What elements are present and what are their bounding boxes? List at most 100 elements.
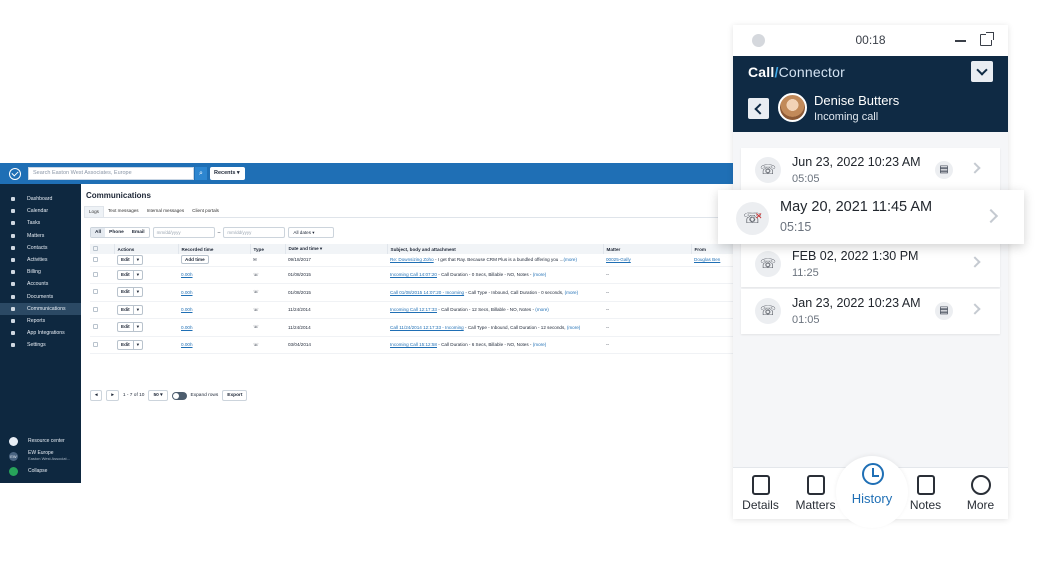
table-row[interactable]: Edit ▾ 0.00h ☏ 01/08/2015 Call 01/08/2015…: [90, 283, 810, 302]
history-entry[interactable]: ☏ Jun 23, 2022 10:23 AM 05:05 ▤: [741, 148, 1000, 193]
phone-icon: ☏: [250, 283, 285, 302]
sidebar-item-calendar[interactable]: Calendar: [0, 205, 81, 217]
tab-internal-messages[interactable]: Internal messages: [143, 206, 189, 217]
col-type[interactable]: Type: [250, 244, 286, 254]
row-checkbox[interactable]: [93, 289, 98, 295]
table-row[interactable]: Edit ▾ 0.00h ☏ 01/08/2015 Incoming Call 1…: [90, 266, 810, 284]
nav-more[interactable]: More: [953, 468, 1008, 519]
edit-button[interactable]: Edit ▾: [117, 269, 143, 280]
export-button[interactable]: Export: [222, 390, 248, 401]
next-page-button[interactable]: ▸: [106, 390, 119, 401]
end-date-field[interactable]: mm/dd/yyyy: [223, 227, 286, 238]
chevron-right-icon: [969, 162, 981, 174]
edit-button[interactable]: Edit ▾: [117, 322, 143, 333]
collapse-button[interactable]: Collapse: [0, 464, 81, 478]
col-recorded-time[interactable]: Recorded time: [178, 244, 251, 254]
nav-matters[interactable]: Matters: [788, 468, 843, 519]
history-entry[interactable]: ☏ Jan 23, 2022 10:23 AM 01:05 ▤: [741, 289, 1000, 334]
col-date-time[interactable]: Date and time ▾: [285, 244, 388, 254]
row-checkbox[interactable]: [93, 341, 98, 347]
sidebar-item-reports[interactable]: Reports: [0, 315, 81, 327]
sidebar-item-accounts[interactable]: Accounts: [0, 278, 81, 290]
subject-link[interactable]: Re: Downsizing Zoho: [390, 257, 434, 262]
more-link[interactable]: (more): [533, 342, 547, 347]
add-time-button[interactable]: Add time: [181, 255, 209, 265]
from-link[interactable]: Douglas Ben: [694, 257, 720, 262]
col-actions[interactable]: Actions: [114, 244, 179, 254]
history-entry[interactable]: ☏ FEB 02, 2022 1:30 PM 11:25: [741, 242, 1000, 287]
history-entry-highlighted[interactable]: ☏ ✕ May 20, 2021 11:45 AM 05:15: [718, 190, 1024, 244]
more-link[interactable]: (more): [563, 257, 577, 262]
clipboard-icon[interactable]: ▤: [935, 302, 953, 320]
table-row[interactable]: Edit ▾ Add time ✉ 09/18/2017 Re: Downsizi…: [90, 254, 810, 267]
recorded-time-link[interactable]: 0.00h: [181, 342, 193, 347]
expand-rows-toggle[interactable]: [171, 391, 187, 400]
row-checkbox[interactable]: [93, 306, 98, 312]
tab-text-messages[interactable]: Text messages: [104, 206, 143, 217]
table-row[interactable]: Edit ▾ 0.00h ☏ 11/24/2014 Incoming Call 1…: [90, 301, 810, 319]
subject-link[interactable]: Incoming Call 14:07:20: [390, 272, 437, 277]
table-row[interactable]: Edit ▾ 0.00h ☏ 03/04/2014 Incoming Call 1…: [90, 336, 810, 354]
edit-button[interactable]: Edit ▾: [117, 339, 143, 350]
tab-client-portals[interactable]: Client portals: [188, 206, 223, 217]
sidebar-item-matters[interactable]: Matters: [0, 230, 81, 242]
sidebar-item-dashboard[interactable]: Dashboard: [0, 193, 81, 205]
app-window: Search Easton West Associates, Europe ⌕ …: [0, 163, 810, 483]
recorded-time-link[interactable]: 0.00h: [181, 307, 193, 312]
more-link[interactable]: (more): [567, 325, 581, 330]
search-input[interactable]: Search Easton West Associates, Europe: [28, 167, 194, 180]
sidebar-item-billing[interactable]: Billing: [0, 266, 81, 278]
col-subject[interactable]: Subject, body and attachment: [387, 244, 604, 254]
sidebar-item-tasks[interactable]: Tasks: [0, 217, 81, 229]
chevron-down-icon[interactable]: [971, 61, 993, 82]
subject-link[interactable]: Incoming Call 15:12:58: [390, 342, 437, 347]
recorded-time-link[interactable]: 0.00h: [181, 325, 193, 330]
filter-email-button[interactable]: Email: [128, 228, 149, 237]
search-icon[interactable]: ⌕: [195, 167, 207, 180]
edit-button[interactable]: Edit ▾: [117, 304, 143, 315]
select-all-checkbox[interactable]: [90, 244, 115, 254]
table-row[interactable]: Edit ▾ 0.00h ☏ 11/24/2014 Call 11/24/2014…: [90, 318, 810, 337]
row-checkbox[interactable]: [93, 271, 98, 277]
app-logo-icon[interactable]: [9, 167, 21, 180]
sidebar: Dashboard Calendar Tasks Matters Contact…: [0, 184, 81, 483]
nav-notes[interactable]: Notes: [898, 468, 953, 519]
tab-logs[interactable]: Logs: [84, 206, 104, 217]
subject-link[interactable]: Call 01/08/2015 14:07:20 - Incoming: [390, 290, 464, 295]
row-checkbox[interactable]: [93, 324, 98, 330]
edit-button[interactable]: Edit ▾: [117, 254, 143, 265]
recorded-time-link[interactable]: 0.00h: [181, 290, 193, 295]
matter-link[interactable]: 00025-Gally: [606, 257, 631, 262]
col-matter[interactable]: Matter: [603, 244, 692, 254]
sidebar-item-communications[interactable]: Communications: [0, 302, 81, 315]
popout-icon[interactable]: [980, 32, 994, 46]
chevron-right-icon: [983, 208, 999, 224]
minimize-icon[interactable]: [955, 40, 966, 42]
per-page-select[interactable]: 50 ▾: [148, 390, 168, 401]
back-arrow-icon[interactable]: [748, 98, 769, 119]
filter-all-button[interactable]: All: [91, 228, 106, 237]
sidebar-item-activities[interactable]: Activities: [0, 254, 81, 266]
subject-link[interactable]: Incoming Call 12:17:33: [390, 307, 437, 312]
sidebar-item-documents[interactable]: Documents: [0, 291, 81, 303]
subject-link[interactable]: Call 11/24/2014 12:17:33 - Incoming: [390, 325, 464, 330]
nav-history[interactable]: History: [836, 456, 908, 528]
filter-phone-button[interactable]: Phone: [105, 228, 128, 237]
date-range-select[interactable]: All dates ▾: [288, 227, 335, 238]
sidebar-item-app-integrations[interactable]: App Integrations: [0, 327, 81, 339]
prev-page-button[interactable]: ◂: [90, 390, 103, 401]
sidebar-item-settings[interactable]: Settings: [0, 339, 81, 351]
clipboard-icon[interactable]: ▤: [935, 161, 953, 179]
recents-dropdown[interactable]: Recents ▾: [210, 167, 245, 180]
row-checkbox[interactable]: [93, 256, 98, 262]
sidebar-item-contacts[interactable]: Contacts: [0, 242, 81, 254]
nav-details[interactable]: Details: [733, 468, 788, 519]
recorded-time-link[interactable]: 0.00h: [181, 272, 193, 277]
account-switcher[interactable]: EW EW Europe Easton West Associat...: [0, 448, 81, 464]
more-link[interactable]: (more): [535, 307, 549, 312]
edit-button[interactable]: Edit ▾: [117, 287, 143, 298]
more-link[interactable]: (more): [533, 272, 547, 277]
start-date-field[interactable]: mm/dd/yyyy: [152, 227, 215, 238]
more-link[interactable]: (more): [565, 290, 579, 295]
resource-center-link[interactable]: Resource center: [0, 434, 81, 448]
